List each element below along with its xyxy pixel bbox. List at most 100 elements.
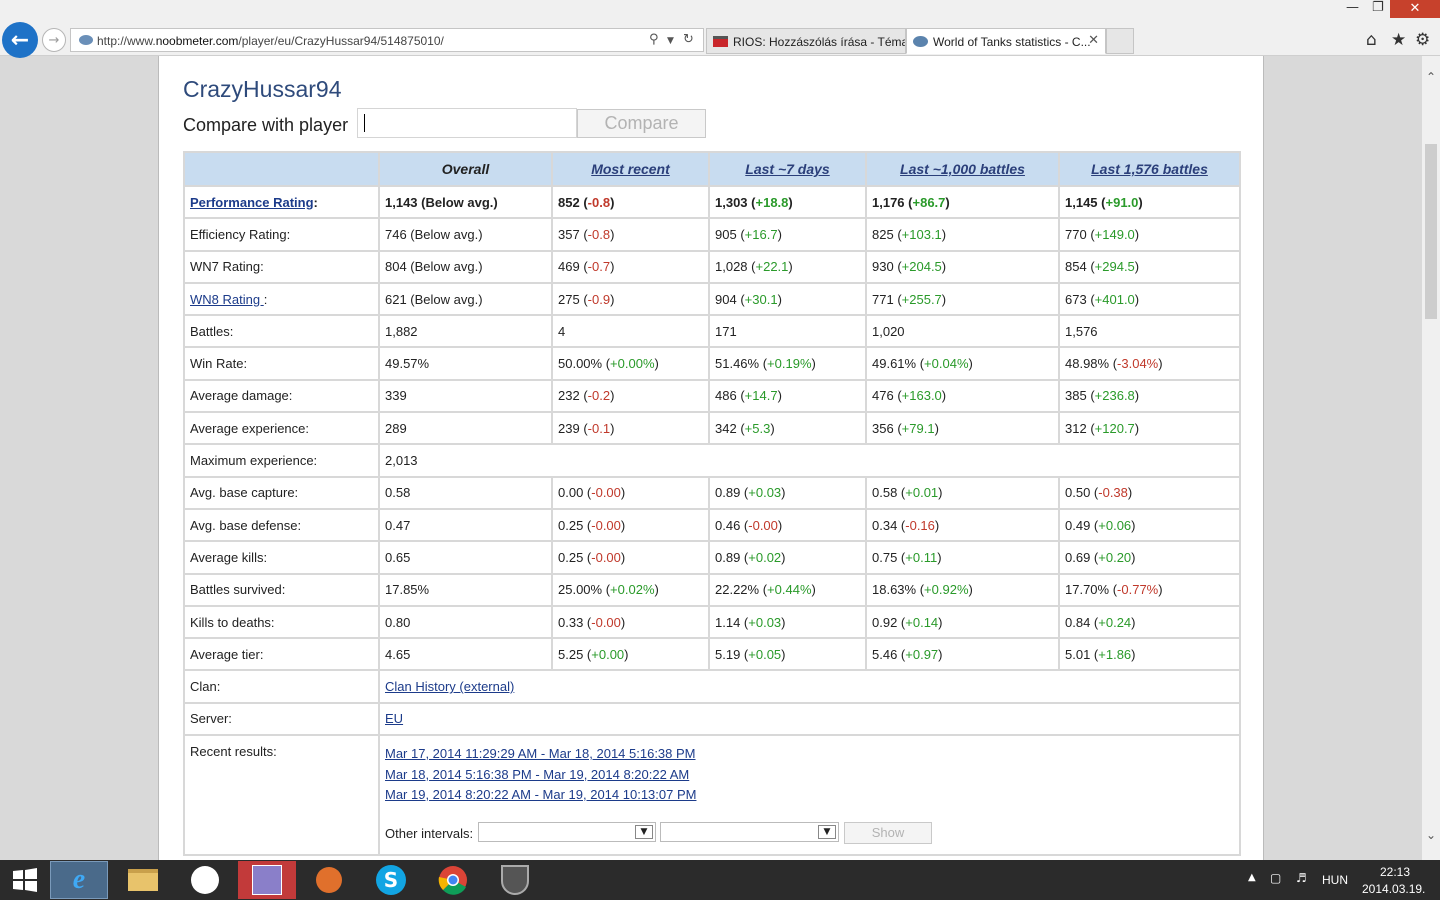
- address-bar[interactable]: http://www.noobmeter.com/player/eu/Crazy…: [70, 28, 704, 52]
- cell-value: 0.65: [385, 549, 411, 565]
- cell-overall: 49.57%: [378, 346, 553, 381]
- flag-icon: [713, 36, 728, 47]
- cell-delta: +0.05: [748, 646, 782, 662]
- cell-delta: -0.00: [591, 517, 621, 533]
- cell-value: 50.00%: [558, 356, 603, 372]
- tray-chevron-icon[interactable]: ▲: [1248, 872, 1256, 883]
- internet-explorer-icon[interactable]: e: [50, 861, 108, 899]
- cell-last-1000-battles: 356 (+79.1): [865, 411, 1060, 446]
- home-icon[interactable]: ⌂: [1366, 30, 1377, 50]
- cell-delta: -0.00: [591, 485, 621, 501]
- scroll-down-icon[interactable]: ⌄: [1426, 828, 1436, 842]
- interval-select-2[interactable]: ▼: [660, 821, 839, 842]
- cell-delta: +401.0: [1094, 291, 1135, 307]
- cell-link[interactable]: Clan History (external): [385, 679, 514, 694]
- gear-icon[interactable]: ⚙: [1415, 30, 1430, 50]
- compare-button[interactable]: Compare: [577, 109, 706, 138]
- minimize-icon[interactable]: —: [1346, 0, 1359, 15]
- cell-value: 18.63%: [872, 582, 917, 598]
- anime-app-icon[interactable]: [238, 861, 296, 899]
- forward-button[interactable]: →: [42, 28, 66, 52]
- cell-value: 49.57%: [385, 356, 430, 372]
- cell-last-1000-battles: 0.75 (+0.11): [865, 540, 1060, 575]
- cell-value: 0.89: [715, 485, 741, 501]
- tab-world-of-tanks[interactable]: World of Tanks statistics - C... ✕: [906, 28, 1106, 54]
- header-last-7-days: Last ~7 days: [708, 151, 867, 187]
- restore-icon[interactable]: ❐: [1372, 0, 1384, 15]
- clock-date[interactable]: 2014.03.19.: [1362, 882, 1425, 896]
- world-of-tanks-icon[interactable]: [486, 861, 544, 899]
- show-button[interactable]: Show: [844, 821, 932, 844]
- row-label-text: Average kills:: [190, 549, 268, 565]
- tab-rios[interactable]: RIOS: Hozzászólás írása - Téma...: [706, 28, 906, 54]
- recent-results-cell: Mar 17, 2014 11:29:29 AM - Mar 18, 2014 …: [378, 734, 1241, 857]
- back-button[interactable]: ←: [2, 22, 38, 58]
- table-row: Average tier: 4.65 5.25 (+0.00) 5.19 (+0.05…: [183, 637, 1241, 672]
- refresh-icon[interactable]: ↻: [683, 32, 694, 47]
- cell-delta: -0.38: [1098, 485, 1128, 501]
- favorites-star-icon[interactable]: ★: [1391, 30, 1406, 50]
- close-tab-icon[interactable]: ✕: [1088, 33, 1099, 48]
- table-row: Average kills: 0.65 0.25 (-0.00) 0.89 (+0.0…: [183, 540, 1241, 575]
- volume-icon[interactable]: ♬: [1296, 871, 1307, 885]
- recent-result-link[interactable]: Mar 17, 2014 11:29:29 AM - Mar 18, 2014 …: [385, 744, 1234, 765]
- compare-player-input[interactable]: [357, 108, 577, 138]
- row-label: Avg. base capture:: [183, 475, 380, 510]
- cell-value: 1,145: [1065, 194, 1098, 210]
- cell-last-7-days: 1,028 (+22.1): [708, 249, 867, 284]
- cell-value: 673: [1065, 291, 1087, 307]
- cell-value: 4: [558, 323, 566, 339]
- file-explorer-icon[interactable]: [114, 861, 172, 899]
- last-1576-battles-link[interactable]: Last 1,576 battles: [1091, 161, 1208, 177]
- table-row: Kills to deaths: 0.80 0.33 (-0.00) 1.14 (+0…: [183, 604, 1241, 640]
- scroll-thumb[interactable]: [1425, 144, 1437, 319]
- last-1000-battles-link[interactable]: Last ~1,000 battles: [900, 161, 1025, 177]
- recent-result-link[interactable]: Mar 19, 2014 8:20:22 AM - Mar 19, 2014 1…: [385, 785, 1234, 806]
- cell-value: 2,013: [385, 453, 418, 469]
- cell-delta: -0.77%: [1117, 582, 1159, 598]
- cell-last-1576-battles: 48.98% (-3.04%): [1058, 346, 1241, 381]
- cell-value: 25.00%: [558, 582, 603, 598]
- recent-result-link[interactable]: Mar 18, 2014 5:16:38 PM - Mar 19, 2014 8…: [385, 765, 1234, 786]
- cell-value: 1.14: [715, 614, 741, 630]
- scroll-up-icon[interactable]: ⌃: [1426, 70, 1436, 84]
- skype-icon[interactable]: S: [362, 861, 420, 899]
- chrome-icon[interactable]: [424, 861, 482, 899]
- cell-delta: -3.04%: [1117, 356, 1159, 372]
- last-7-days-link[interactable]: Last ~7 days: [745, 161, 829, 177]
- search-icon[interactable]: ⚲: [649, 32, 659, 47]
- media-player-icon[interactable]: [300, 861, 358, 899]
- header-cell-empty: [183, 151, 380, 187]
- row-label-link[interactable]: WN8 Rating: [190, 292, 264, 307]
- cell-last-1000-battles: 5.46 (+0.97): [865, 637, 1060, 672]
- arrow-right-icon: →: [48, 32, 60, 48]
- cell-value: 1,882: [385, 323, 418, 339]
- recent-results-row: Recent results: Mar 17, 2014 11:29:29 AM …: [183, 734, 1241, 857]
- close-window-button[interactable]: ✕: [1390, 0, 1440, 18]
- cell-value: 4.65: [385, 646, 411, 662]
- row-label-text: Maximum experience:: [190, 453, 318, 469]
- language-indicator[interactable]: HUN: [1322, 873, 1348, 887]
- chevron-down-icon: ▼: [635, 824, 653, 839]
- cell-value: 1,143 (Below avg.): [385, 194, 498, 210]
- dropdown-arrow-icon[interactable]: ▼: [667, 36, 674, 46]
- vertical-scrollbar[interactable]: ⌃ ⌄: [1422, 56, 1440, 860]
- network-icon[interactable]: ▢: [1270, 871, 1281, 885]
- steam-icon[interactable]: [176, 861, 234, 899]
- cell-link[interactable]: EU: [385, 711, 403, 726]
- cell-value: 357: [558, 226, 580, 242]
- cell-overall: 339: [378, 378, 553, 414]
- windows-start-icon[interactable]: [0, 861, 50, 899]
- site-favicon: [79, 35, 93, 45]
- cell-last-1000-battles: 0.34 (-0.16): [865, 507, 1060, 543]
- new-tab-button[interactable]: [1106, 28, 1134, 54]
- cell-value: 0.25: [558, 517, 584, 533]
- interval-select-1[interactable]: ▼: [478, 821, 656, 842]
- row-label-link[interactable]: Performance Rating: [190, 195, 314, 210]
- cell-last-1000-battles: 0.58 (+0.01): [865, 475, 1060, 510]
- cell-last-1000-battles: 0.92 (+0.14): [865, 604, 1060, 640]
- most-recent-link[interactable]: Most recent: [591, 161, 670, 177]
- clock-time[interactable]: 22:13: [1380, 865, 1410, 879]
- cell-value: 5.46: [872, 646, 898, 662]
- cell-delta: -0.1: [587, 420, 611, 436]
